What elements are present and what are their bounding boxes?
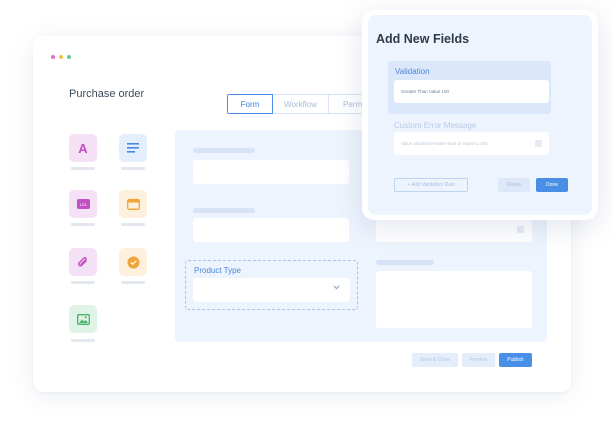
calendar-icon [126,198,140,210]
field-label-placeholder [376,260,434,265]
window-controls [51,55,71,59]
done-button[interactable]: Done [536,178,568,192]
field-label-placeholder [193,148,255,153]
window-dot-close[interactable] [51,55,55,59]
error-message-checkbox[interactable] [535,140,542,147]
error-message-label: Custom Error Message [394,121,477,130]
palette-item-image[interactable] [69,305,97,333]
tab-workflow[interactable]: Workflow [273,94,329,114]
palette-item-checkbox[interactable] [119,248,147,276]
field-label-placeholder [193,208,255,213]
text-lines-icon [127,143,139,153]
palette-item-date[interactable] [119,190,147,218]
palette-label-placeholder [121,167,145,170]
chevron-down-icon [333,285,340,290]
add-fields-popup: Add New Fields Validation Greater Than V… [362,10,598,220]
page-title: Purchase order [69,88,145,100]
window-dot-minimize[interactable] [59,55,63,59]
error-message-placeholder: Value should be lesser than or equal to … [401,141,488,146]
palette-label-placeholder [71,339,95,342]
error-message-input[interactable]: Value should be lesser than or equal to … [394,132,549,155]
paperclip-icon [78,256,87,266]
palette-item-attachment[interactable] [69,248,97,276]
palette-item-text[interactable]: A [69,134,97,162]
field-checkbox[interactable] [517,226,524,233]
save-close-button[interactable]: Save & Close [412,353,458,367]
check-circle-icon [127,256,139,268]
letter-a-icon: A [78,140,88,156]
palette-label-placeholder [121,223,145,226]
form-field-input[interactable] [193,160,349,184]
popup-title: Add New Fields [376,32,470,46]
product-type-field[interactable]: Product Type [185,260,358,310]
delete-button[interactable]: Delete [498,178,530,192]
product-type-select[interactable] [193,278,350,302]
palette-item-paragraph[interactable] [119,134,147,162]
preview-button[interactable]: Preview [462,353,495,367]
palette-label-placeholder [71,167,95,170]
validation-input[interactable]: Greater Than Value 100 [394,80,549,103]
form-field-textarea[interactable] [376,271,532,328]
validation-section: Validation Greater Than Value 100 [388,61,551,114]
builder-tabs: Form Workflow Perm [227,94,375,114]
window-dot-maximize[interactable] [67,55,71,59]
tab-form[interactable]: Form [227,94,273,114]
number-icon: 123 [76,199,90,209]
palette-label-placeholder [71,281,95,284]
form-field-input[interactable] [376,218,532,242]
palette-item-number[interactable]: 123 [69,190,97,218]
publish-button[interactable]: Publish [499,353,532,367]
image-icon [76,313,90,325]
product-type-label: Product Type [194,266,241,275]
validation-label: Validation [395,67,430,76]
add-validation-rule-button[interactable]: + Add Validation Rule [394,178,468,192]
palette-label-placeholder [121,281,145,284]
form-field-input[interactable] [193,218,349,242]
palette-label-placeholder [71,223,95,226]
